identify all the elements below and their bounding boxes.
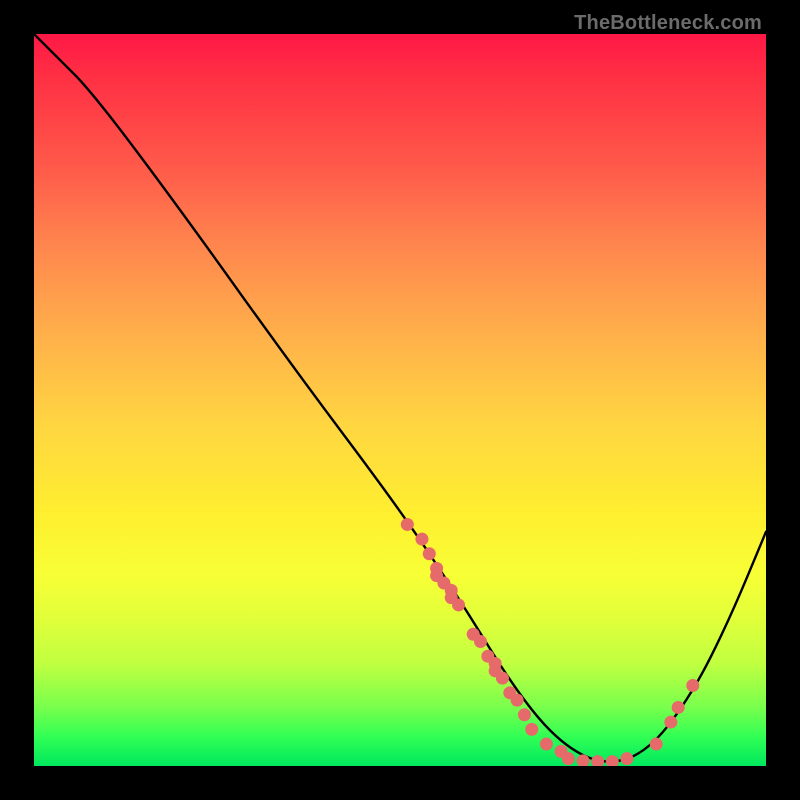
plot-background — [34, 34, 766, 766]
chart-container: TheBottleneck.com — [0, 0, 800, 800]
watermark-text: TheBottleneck.com — [574, 12, 762, 35]
